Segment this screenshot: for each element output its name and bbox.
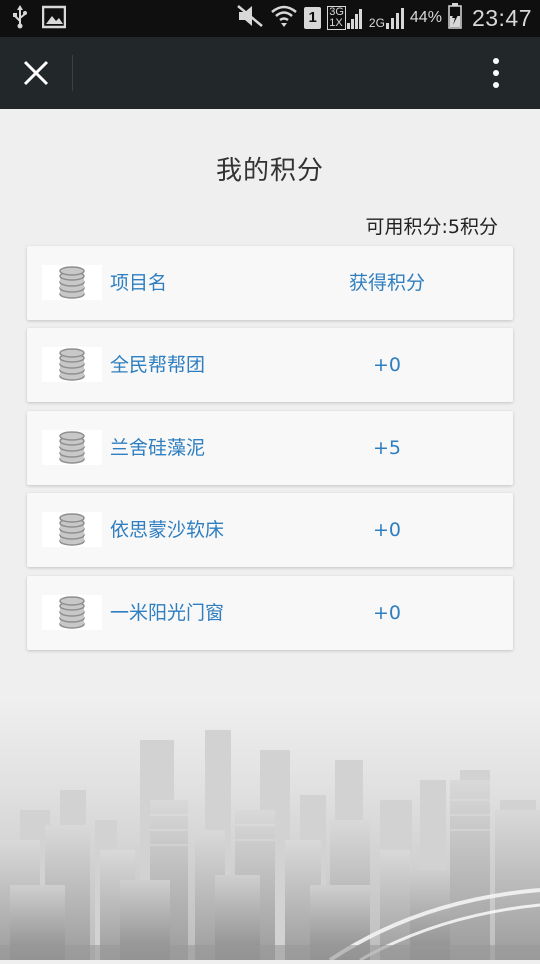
coins-icon	[42, 512, 102, 547]
network-type-bottom: 1X	[329, 17, 343, 29]
page-title: 我的积分	[215, 156, 324, 186]
city-skyline-background	[0, 700, 540, 962]
coins-icon	[42, 595, 102, 630]
available-points-summary: 可用积分:5积分	[365, 216, 499, 238]
image-icon	[41, 5, 67, 33]
table-header: 项目名 获得积分	[27, 246, 513, 320]
signal2-icon	[385, 8, 404, 29]
table-row[interactable]: 兰舍硅藻泥 +5	[27, 411, 513, 485]
network-type-indicator: 3G 1X	[327, 6, 363, 30]
header-points: 获得积分	[348, 272, 425, 294]
row-points: +0	[372, 602, 401, 624]
network2-label: 2G	[368, 16, 385, 30]
table-row[interactable]: 依思蒙沙软床 +0	[27, 493, 513, 567]
battery-percent: 44%	[409, 9, 442, 26]
close-button[interactable]	[14, 51, 58, 95]
battery-icon	[448, 3, 462, 33]
close-icon	[23, 60, 49, 86]
table-row[interactable]: 一米阳光门窗 +0	[27, 576, 513, 650]
mute-icon	[236, 4, 264, 32]
signal-icon	[346, 9, 362, 29]
row-project-name: 兰舍硅藻泥	[110, 437, 206, 459]
coins-icon	[42, 430, 102, 465]
row-project-name: 依思蒙沙软床	[110, 519, 225, 541]
status-bar: 1 3G 1X 2G 44% 23:47	[0, 0, 540, 37]
more-options-button[interactable]	[474, 51, 518, 95]
more-vertical-icon	[493, 58, 499, 88]
network2-indicator: 2G	[369, 7, 404, 29]
header-project-name: 项目名	[110, 272, 168, 294]
wifi-icon	[270, 3, 298, 33]
row-project-name: 全民帮帮团	[110, 354, 206, 376]
title-bar-divider	[72, 55, 73, 91]
row-points: +0	[372, 354, 401, 376]
coins-icon	[42, 347, 102, 382]
usb-icon	[12, 5, 28, 33]
table-row[interactable]: 全民帮帮团 +0	[27, 328, 513, 402]
clock: 23:47	[471, 4, 532, 31]
coins-icon	[42, 265, 102, 300]
sim-slot-indicator: 1	[304, 7, 322, 29]
title-bar	[0, 37, 540, 109]
row-points: +0	[372, 519, 401, 541]
row-project-name: 一米阳光门窗	[110, 602, 225, 624]
row-points: +5	[372, 437, 401, 459]
